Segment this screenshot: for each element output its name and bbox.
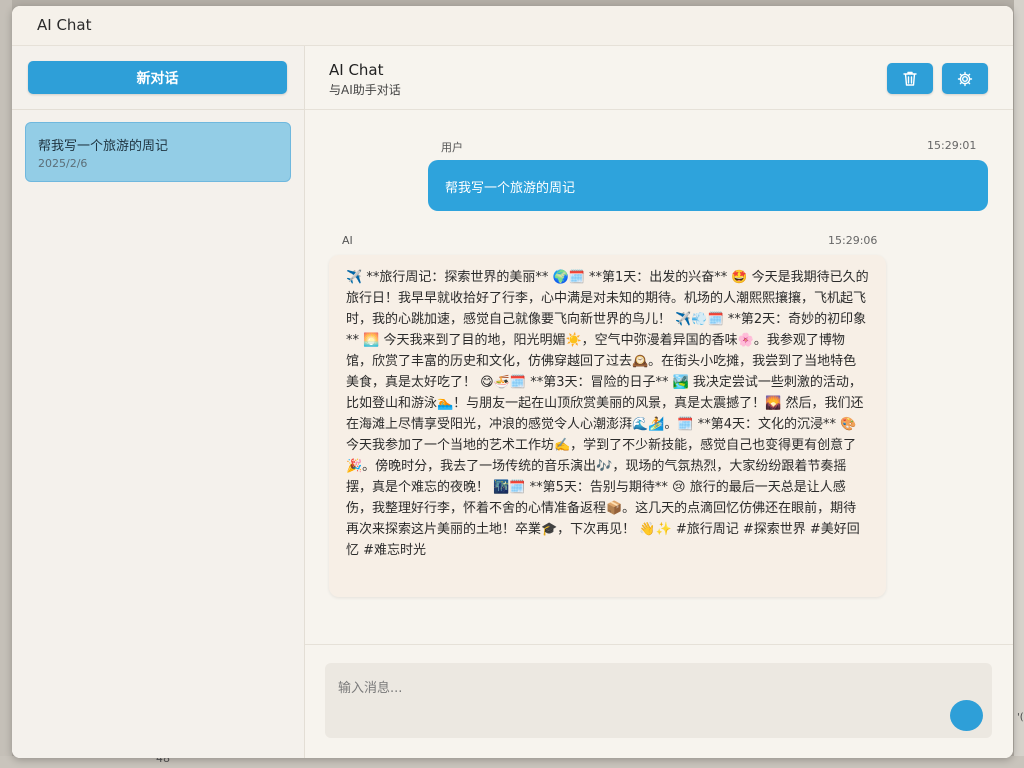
ai-sender-label: AI (342, 234, 353, 247)
conversation-date: 2025/2/6 (38, 157, 88, 170)
user-message-time: 15:29:01 (927, 139, 977, 152)
new-chat-button[interactable]: 新对话 (28, 61, 287, 94)
input-area (305, 644, 1013, 758)
sidebar-divider (12, 109, 304, 110)
sidebar: 新对话 帮我写一个旅游的周记 2025/2/6 (12, 46, 305, 758)
app-window: AI Chat 新对话 帮我写一个旅游的周记 2025/2/6 AI Chat … (12, 6, 1013, 758)
trash-icon (903, 71, 917, 86)
chat-title: AI Chat (329, 61, 384, 79)
user-sender-label: 用户 (441, 141, 463, 154)
chat-subtitle: 与AI助手对话 (329, 83, 401, 97)
settings-button[interactable] (942, 63, 988, 94)
chat-header: AI Chat 与AI助手对话 (305, 46, 1013, 110)
message-input[interactable] (325, 663, 992, 738)
conversation-item[interactable]: 帮我写一个旅游的周记 2025/2/6 (25, 122, 291, 182)
message-list[interactable]: 用户 15:29:01 帮我写一个旅游的周记 AI 15:29:06 ✈️ **… (305, 110, 1013, 643)
ai-message-bubble: ✈️ **旅行周记：探索世界的美丽** 🌍🗓️ **第1天：出发的兴奋** 🤩 … (329, 255, 886, 597)
chat-panel: AI Chat 与AI助手对话 用户 15:29:01 帮我写一个旅游的周记 A… (305, 46, 1013, 758)
conversation-title: 帮我写一个旅游的周记 (38, 139, 169, 154)
window-title: AI Chat (37, 16, 92, 34)
send-button[interactable] (950, 700, 983, 731)
ai-message-time: 15:29:06 (828, 234, 878, 247)
background-window-right (1014, 0, 1024, 768)
background-glyph: '( (1017, 712, 1024, 723)
background-window (0, 0, 12, 768)
gear-icon (957, 71, 973, 86)
user-message-bubble: 帮我写一个旅游的周记 (428, 160, 988, 211)
delete-button[interactable] (887, 63, 933, 94)
title-bar: AI Chat (12, 6, 1013, 46)
